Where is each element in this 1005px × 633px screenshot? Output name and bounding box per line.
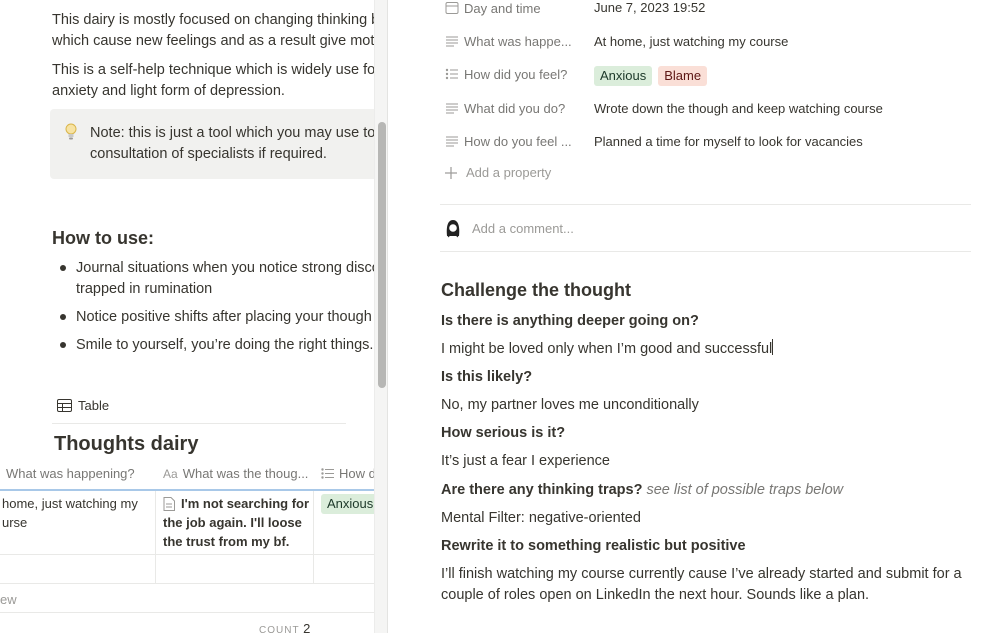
answer-traps[interactable]: Mental Filter: negative-oriented (441, 508, 641, 529)
notion-window: This dairy is mostly focused on changing… (0, 0, 1005, 633)
question-traps: Are there any thinking traps? see list o… (441, 482, 844, 498)
callout-text: consultation of specialists if required. (90, 146, 327, 162)
answer-deeper[interactable]: I might be loved only when I’m good and … (441, 339, 774, 360)
column-divider (155, 491, 156, 583)
table-view-tab[interactable]: Table (57, 398, 109, 413)
bullet-dot (60, 265, 66, 271)
answer-rewrite[interactable]: I’ll finish watching my course currently… (441, 564, 962, 585)
question-likely: Is this likely? (441, 369, 533, 385)
calendar-icon (445, 2, 459, 14)
question-rewrite: Rewrite it to something realistic but po… (441, 538, 746, 554)
intro-line: anxiety and light form of depression. (52, 83, 285, 99)
answer-likely[interactable]: No, my partner loves me unconditionally (441, 395, 699, 416)
bullet-dot (60, 342, 66, 348)
question-deeper: Is there is anything deeper going on? (441, 313, 699, 329)
page-content: This dairy is mostly focused on changing… (0, 0, 374, 633)
new-row-button[interactable]: ew (0, 592, 17, 607)
column-header-feeling[interactable]: How did (321, 466, 374, 481)
header-divider (0, 489, 374, 491)
multiselect-icon (445, 68, 458, 80)
property-what-did-you-do[interactable]: What did you do? (444, 96, 594, 120)
tag-blame: Blame (658, 66, 708, 86)
answer-rewrite[interactable]: couple of roles open on LinkedIn the nex… (441, 585, 869, 606)
challenge-heading: Challenge the thought (441, 280, 631, 300)
property-value[interactable]: Wrote down the though and keep watching … (594, 101, 883, 116)
title-property-icon: Aa (163, 466, 178, 481)
avatar (446, 220, 460, 238)
property-value[interactable]: June 7, 2023 19:52 (594, 0, 705, 15)
tag-anxious: Anxious (321, 494, 374, 514)
side-peek-panel: Day and time June 7, 2023 19:52 What was… (388, 0, 1005, 633)
database-title[interactable]: Thoughts dairy (54, 433, 198, 456)
property-value[interactable]: Planned a time for myself to look for va… (594, 134, 863, 149)
divider (440, 204, 971, 205)
text-icon (446, 136, 458, 147)
property-value[interactable]: At home, just watching my course (594, 34, 788, 49)
question-serious: How serious is it? (441, 425, 566, 441)
bullet-text: Journal situations when you notice stron… (76, 260, 374, 276)
property-value-tags[interactable]: Anxious Blame (594, 66, 708, 86)
how-to-use-heading: How to use: (52, 228, 154, 248)
intro-line: This is a self-help technique which is w… (52, 62, 374, 78)
property-what-was-happening[interactable]: What was happe... (444, 29, 594, 53)
property-day-and-time[interactable]: Day and time (444, 0, 594, 20)
column-header-happening[interactable]: What was happening? (6, 466, 135, 481)
divider (440, 251, 971, 252)
table-view-label: Table (78, 398, 110, 413)
table-cell-happening[interactable]: home, just watching my urse (2, 494, 138, 532)
lightbulb-icon (65, 123, 77, 140)
column-header-thought[interactable]: Aa What was the thoug... (163, 466, 308, 481)
bullet-dot (60, 314, 66, 320)
scrollbar-thumb[interactable] (378, 122, 386, 388)
multiselect-icon (321, 468, 334, 479)
text-icon (446, 36, 458, 47)
intro-line: This dairy is mostly focused on changing… (52, 12, 374, 28)
table-cell-thought[interactable]: I'm not searching for the job again. I'l… (163, 494, 309, 551)
text-icon (446, 103, 458, 114)
table-icon (57, 399, 72, 412)
bullet-text: Notice positive shifts after placing you… (76, 309, 372, 325)
bullet-text: Smile to yourself, you’re doing the righ… (76, 337, 374, 353)
property-how-did-you-feel[interactable]: How did you feel? (444, 62, 594, 86)
table-cell-feeling[interactable]: Anxious (321, 494, 374, 514)
answer-serious[interactable]: It’s just a fear I experience (441, 451, 610, 472)
tag-anxious: Anxious (594, 66, 653, 86)
divider (52, 423, 346, 424)
text-cursor (772, 339, 774, 355)
plus-icon (445, 166, 457, 179)
count-value: 2 (303, 621, 311, 633)
column-divider (313, 491, 314, 583)
bullet-text: trapped in rumination (76, 281, 213, 297)
add-property-button[interactable]: Add a property (444, 165, 551, 180)
page-icon (163, 497, 175, 511)
row-divider (0, 612, 374, 613)
intro-line: which cause new feelings and as a result… (52, 33, 374, 49)
count-footer[interactable]: COUNT 2 (259, 621, 310, 633)
callout-text: Note: this is just a tool which you may … (90, 125, 374, 141)
property-how-do-you-feel[interactable]: How do you feel ... (444, 129, 594, 153)
note-callout[interactable]: Note: this is just a tool which you may … (50, 109, 374, 179)
row-divider (0, 583, 374, 584)
row-divider (0, 554, 374, 555)
comment-input[interactable]: Add a comment... (444, 218, 574, 238)
traps-hint: see list of possible traps below (646, 482, 844, 498)
